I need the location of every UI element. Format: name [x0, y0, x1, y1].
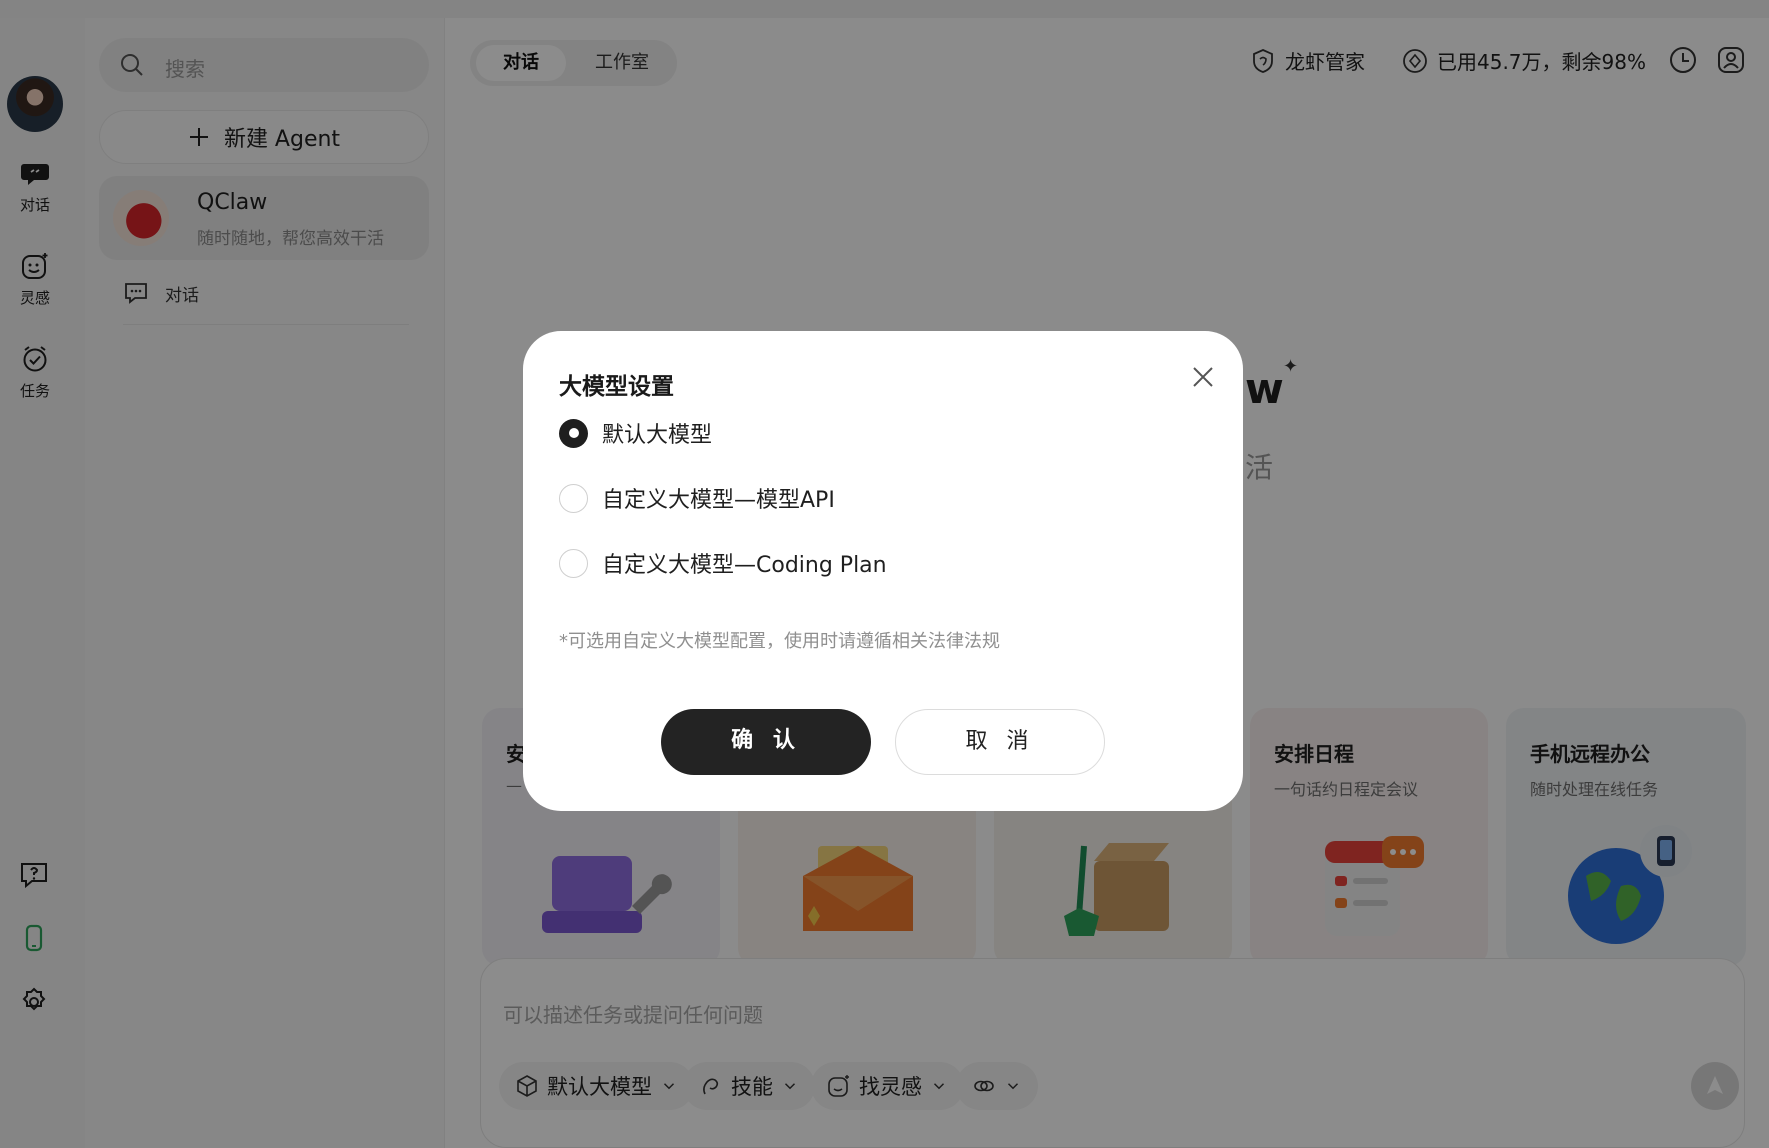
option-label: 默认大模型 [602, 423, 713, 448]
option-custom-api[interactable]: 自定义大模型—模型API [559, 482, 835, 514]
option-default-model[interactable]: 默认大模型 [559, 417, 712, 449]
option-label: 自定义大模型—Coding Plan [602, 553, 887, 578]
option-label: 自定义大模型—模型API [602, 488, 835, 513]
option-coding-plan[interactable]: 自定义大模型—Coding Plan [559, 547, 887, 579]
dialog-note: *可选用自定义大模型配置，使用时请遵循相关法律法规 [559, 631, 1000, 652]
radio-unselected[interactable] [559, 548, 588, 578]
radio-selected[interactable] [559, 418, 588, 448]
cancel-button[interactable]: 取 消 [895, 709, 1105, 775]
confirm-button[interactable]: 确 认 [661, 709, 871, 775]
radio-unselected[interactable] [559, 483, 588, 513]
app-window: 对话 灵感 任务 搜索 新建 Agent QClaw 随时随地，帮您高效干活 对… [0, 0, 1769, 1148]
dialog-title: 大模型设置 [559, 374, 674, 400]
close-icon[interactable] [1187, 361, 1219, 393]
model-settings-dialog: 大模型设置 默认大模型 自定义大模型—模型API 自定义大模型—Coding P… [523, 331, 1243, 811]
